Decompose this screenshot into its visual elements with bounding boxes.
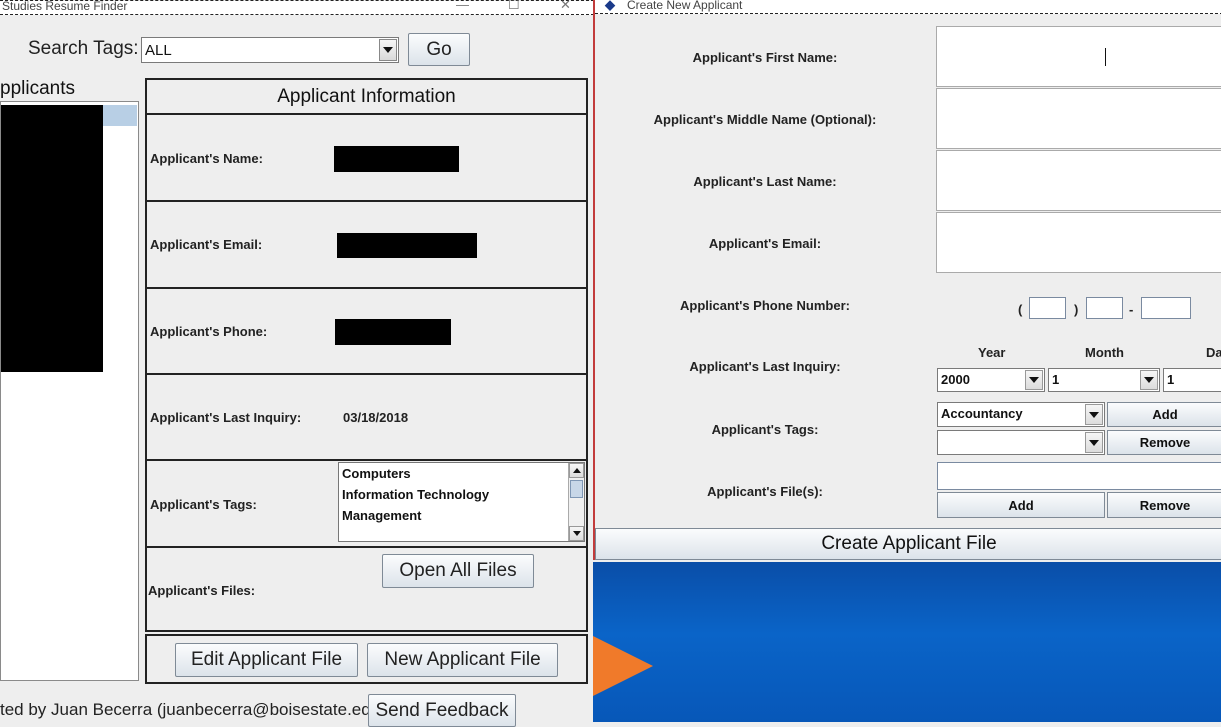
last-inquiry-label: Applicant's Last Inquiry: <box>689 359 841 374</box>
phone-open-paren: ( <box>1018 302 1023 317</box>
phone-prefix-input[interactable] <box>1086 297 1123 319</box>
minimize-button[interactable]: — <box>456 0 469 12</box>
credits-text: ted by Juan Becerra (juanbecerra@boisest… <box>0 700 386 719</box>
chevron-down-icon[interactable] <box>1085 432 1103 453</box>
chevron-down-icon[interactable] <box>1140 370 1158 390</box>
tag-add-button[interactable]: Add <box>1107 402 1221 427</box>
close-button[interactable]: ✕ <box>560 0 571 13</box>
redacted-applicant-names <box>1 105 103 372</box>
create-applicant-file-button[interactable]: Create Applicant File <box>595 528 1221 560</box>
phone-label: Applicant's Phone: <box>150 324 268 339</box>
year-combo[interactable]: 2000 <box>937 368 1045 392</box>
tag-item: Computers <box>342 466 411 481</box>
edit-applicant-file-button[interactable]: Edit Applicant File <box>175 643 358 677</box>
month-heading: Month <box>1085 345 1124 360</box>
year-value: 2000 <box>941 372 970 387</box>
applicant-information-header: Applicant Information <box>145 78 588 115</box>
middle-name-label: Applicant's Middle Name (Optional): <box>653 112 877 127</box>
name-label: Applicant's Name: <box>150 151 263 166</box>
tags-label: Applicant's Tags: <box>711 422 819 437</box>
desktop-background <box>593 562 1221 722</box>
month-combo[interactable]: 1 <box>1048 368 1160 392</box>
last-inquiry-row: Applicant's Last Inquiry: 03/18/2018 <box>145 375 588 461</box>
phone-line-input[interactable] <box>1141 297 1191 319</box>
applicants-heading: pplicants <box>0 78 75 99</box>
tags-list[interactable]: Computers Information Technology Managem… <box>338 462 585 542</box>
tags-label: Applicant's Tags: <box>150 497 257 512</box>
email-row: Applicant's Email: <box>145 202 588 289</box>
files-list[interactable] <box>937 462 1221 490</box>
go-button[interactable]: Go <box>408 33 470 66</box>
scroll-thumb[interactable] <box>570 480 583 498</box>
files-row: Applicant's Files: Open All Files <box>145 548 588 632</box>
tag-remove-button[interactable]: Remove <box>1107 430 1221 455</box>
file-remove-button[interactable]: Remove <box>1107 492 1221 518</box>
tag-select-combo[interactable]: Accountancy <box>937 402 1105 427</box>
search-tags-combo[interactable]: ALL <box>141 37 399 63</box>
year-heading: Year <box>978 345 1006 360</box>
last-inquiry-value: 03/18/2018 <box>343 410 409 425</box>
last-name-input[interactable] <box>936 150 1221 211</box>
wallpaper-shape <box>593 636 653 696</box>
phone-number-label: Applicant's Phone Number: <box>680 298 850 313</box>
month-value: 1 <box>1052 372 1060 387</box>
redacted-phone <box>335 319 451 345</box>
files-label: Applicant's File(s): <box>707 484 823 499</box>
send-feedback-button[interactable]: Send Feedback <box>368 694 516 727</box>
applicant-actions: Edit Applicant File New Applicant File <box>145 634 588 684</box>
search-tags-value: ALL <box>145 42 172 59</box>
first-name-input[interactable] <box>936 26 1221 87</box>
window-title: Studies Resume Finder <box>2 0 128 13</box>
phone-close-paren: ) <box>1074 302 1079 317</box>
chevron-down-icon[interactable] <box>1085 404 1103 425</box>
middle-name-input[interactable] <box>936 88 1221 149</box>
create-window-title-bar: ◆ Create New Applicant <box>595 0 1221 14</box>
tag-item: Management <box>342 508 422 523</box>
create-new-applicant-window: ◆ Create New Applicant Applicant's First… <box>593 0 1221 560</box>
redacted-email <box>337 233 477 258</box>
search-tags-label: Search Tags: <box>28 38 139 59</box>
file-add-button[interactable]: Add <box>937 492 1105 518</box>
maximize-button[interactable]: ☐ <box>508 0 520 13</box>
chevron-down-icon[interactable] <box>379 39 397 61</box>
email-label: Applicant's Email: <box>708 236 822 251</box>
email-label: Applicant's Email: <box>150 237 263 252</box>
phone-area-code-input[interactable] <box>1029 297 1066 319</box>
last-inquiry-label: Applicant's Last Inquiry: <box>150 410 302 425</box>
day-heading: Da <box>1206 345 1221 360</box>
email-input[interactable] <box>936 212 1221 273</box>
app-icon: ◆ <box>605 0 615 12</box>
tags-scrollbar[interactable] <box>568 463 584 541</box>
day-value: 1 <box>1167 372 1175 387</box>
resume-finder-window: Studies Resume Finder — ☐ ✕ Search Tags:… <box>0 0 594 727</box>
files-label: Applicant's Files: <box>148 583 256 598</box>
name-row: Applicant's Name: <box>145 115 588 202</box>
open-all-files-button[interactable]: Open All Files <box>382 554 534 588</box>
text-cursor <box>1105 48 1106 66</box>
scroll-down-icon[interactable] <box>569 526 584 541</box>
last-name-label: Applicant's Last Name: <box>693 174 837 189</box>
day-combo[interactable]: 1 <box>1163 368 1221 392</box>
first-name-label: Applicant's First Name: <box>692 50 838 65</box>
title-bar: Studies Resume Finder — ☐ ✕ <box>0 0 594 15</box>
phone-dash: - <box>1129 302 1134 317</box>
tag-select-value: Accountancy <box>941 406 1023 421</box>
redacted-name <box>334 146 459 172</box>
scroll-up-icon[interactable] <box>569 463 584 478</box>
create-window-title: Create New Applicant <box>627 0 743 12</box>
selected-tags-combo[interactable] <box>937 430 1105 455</box>
applicants-list[interactable] <box>0 101 139 681</box>
new-applicant-file-button[interactable]: New Applicant File <box>367 643 558 677</box>
tag-item: Information Technology <box>342 487 490 502</box>
chevron-down-icon[interactable] <box>1025 370 1043 390</box>
phone-row: Applicant's Phone: <box>145 289 588 375</box>
